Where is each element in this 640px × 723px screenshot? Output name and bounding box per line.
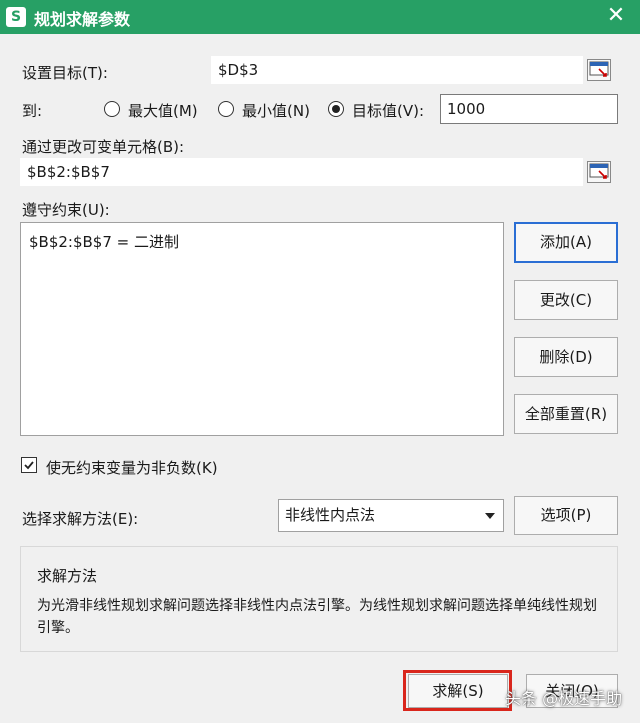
constraints-list[interactable]: $B$2:$B$7 = 二进制: [20, 222, 504, 436]
objective-range-picker[interactable]: [587, 59, 611, 81]
target-value-input[interactable]: 1000: [440, 94, 618, 124]
method-label: 选择求解方法(E):: [22, 510, 139, 528]
method-select[interactable]: 非线性内点法: [278, 499, 504, 532]
reset-all-button[interactable]: 全部重置(R): [514, 394, 618, 434]
checkmark-icon: [24, 461, 34, 470]
to-label: 到:: [22, 102, 43, 120]
objective-input[interactable]: $D$3: [211, 56, 583, 84]
objective-label: 设置目标(T):: [22, 64, 108, 82]
close-window-button[interactable]: ✕: [604, 4, 628, 28]
variables-input[interactable]: $B$2:$B$7: [20, 158, 583, 186]
range-select-icon: [589, 163, 609, 179]
delete-constraint-button[interactable]: 删除(D): [514, 337, 618, 377]
app-icon: S: [6, 7, 26, 27]
method-selected: 非线性内点法: [285, 506, 376, 524]
nonnegative-checkbox[interactable]: [21, 457, 37, 473]
range-select-icon: [589, 61, 609, 77]
radio-target-label: 目标值(V):: [352, 102, 425, 120]
variables-label: 通过更改可变单元格(B):: [22, 138, 185, 156]
watermark: 头条 @极速手助: [505, 689, 623, 708]
change-constraint-button[interactable]: 更改(C): [514, 280, 618, 320]
title-bar: S 规划求解参数 ✕: [0, 0, 640, 34]
options-button[interactable]: 选项(P): [514, 496, 618, 535]
radio-min[interactable]: [218, 101, 234, 117]
radio-min-label: 最小值(N): [242, 102, 310, 120]
method-panel-description: 为光滑非线性规划求解问题选择非线性内点法引擎。为线性规划求解问题选择单纯线性规划…: [37, 598, 597, 636]
variables-range-picker[interactable]: [587, 161, 611, 183]
radio-target-value[interactable]: [328, 101, 344, 117]
radio-max-label: 最大值(M): [128, 102, 198, 120]
constraints-label: 遵守约束(U):: [22, 201, 110, 219]
nonnegative-label: 使无约束变量为非负数(K): [46, 459, 218, 477]
chevron-down-icon: [485, 513, 495, 519]
method-panel-title: 求解方法: [37, 567, 98, 585]
radio-max[interactable]: [104, 101, 120, 117]
list-item[interactable]: $B$2:$B$7 = 二进制: [29, 231, 179, 252]
solve-button[interactable]: 求解(S): [408, 674, 508, 708]
window-title: 规划求解参数: [34, 10, 131, 29]
add-constraint-button[interactable]: 添加(A): [514, 222, 618, 263]
method-panel: 求解方法 为光滑非线性规划求解问题选择非线性内点法引擎。为线性规划求解问题选择单…: [20, 546, 618, 652]
